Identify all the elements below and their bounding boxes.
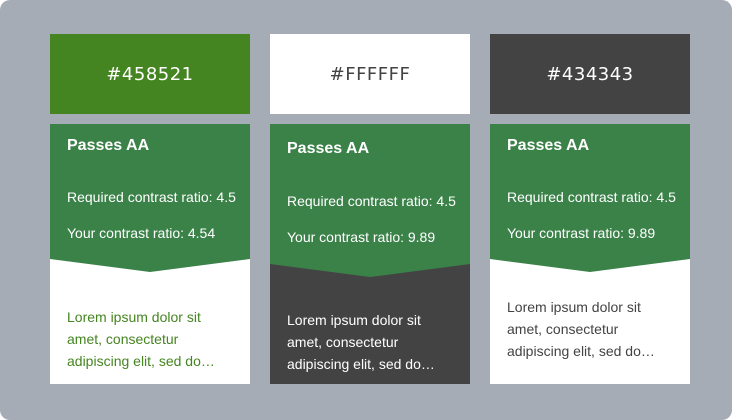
contrast-result-2: Passes AA Required contrast ratio: 4.5 Y…: [270, 124, 470, 277]
color-card-1: #458521 Lorem ipsum dolor sit amet, cons…: [50, 34, 250, 384]
contrast-result-3: Passes AA Required contrast ratio: 4.5 Y…: [490, 124, 690, 274]
color-card-3: #434343 Lorem ipsum dolor sit amet, cons…: [490, 34, 690, 384]
color-swatch-2: #FFFFFF: [270, 34, 470, 114]
required-ratio: Required contrast ratio: 4.5: [507, 189, 676, 205]
color-swatch-3: #434343: [490, 34, 690, 114]
required-ratio: Required contrast ratio: 4.5: [67, 189, 236, 205]
your-ratio: Your contrast ratio: 9.89: [287, 229, 436, 245]
hex-value: #458521: [106, 63, 194, 85]
your-ratio: Your contrast ratio: 4.54: [67, 225, 216, 241]
contrast-result-1: Passes AA Required contrast ratio: 4.5 Y…: [50, 124, 250, 274]
status-label: Passes AA: [67, 137, 150, 154]
status-label: Passes AA: [507, 137, 590, 154]
color-card-2: #FFFFFF Lorem ipsum dolor sit amet, cons…: [270, 34, 470, 384]
required-ratio: Required contrast ratio: 4.5: [287, 193, 456, 209]
sample-text: Lorem ipsum dolor sit amet, consectetur …: [67, 309, 215, 369]
sample-text: Lorem ipsum dolor sit amet, consectetur …: [507, 299, 655, 359]
status-label: Passes AA: [287, 140, 370, 157]
sample-text: Lorem ipsum dolor sit amet, consectetur …: [287, 312, 435, 372]
color-swatch-1: #458521: [50, 34, 250, 114]
hex-value: #434343: [546, 63, 634, 85]
your-ratio: Your contrast ratio: 9.89: [507, 225, 656, 241]
app-frame: #458521 Lorem ipsum dolor sit amet, cons…: [0, 0, 732, 420]
hex-value: #FFFFFF: [329, 63, 411, 85]
